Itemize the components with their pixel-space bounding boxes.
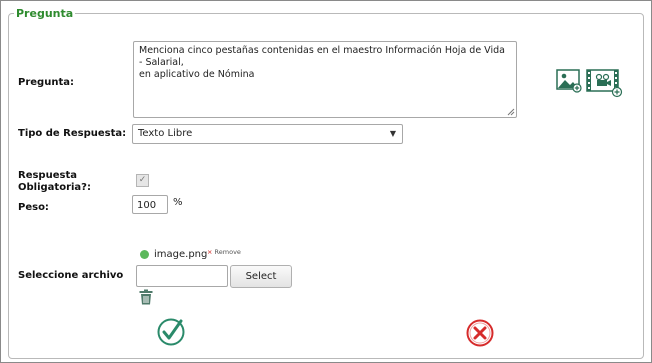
- peso-input[interactable]: 100: [132, 195, 168, 214]
- check-circle-icon[interactable]: [156, 317, 186, 347]
- x-circle-icon[interactable]: [465, 318, 495, 348]
- file-status-icon: [140, 250, 149, 259]
- peso-unit: %: [173, 197, 183, 208]
- pregunta-text-line-1: Menciona cinco pestañas contenidas en el…: [139, 45, 505, 68]
- obligatoria-checkbox[interactable]: ✓: [136, 174, 149, 187]
- add-video-icon[interactable]: [586, 68, 623, 98]
- remove-x-icon: ×: [207, 248, 213, 256]
- obligatoria-label: Respuesta Obligatoria?:: [18, 170, 91, 194]
- resize-handle-icon[interactable]: [507, 108, 515, 116]
- seleccione-archivo-label: Seleccione archivo: [18, 270, 124, 281]
- pregunta-label: Pregunta:: [18, 77, 74, 88]
- obligatoria-label-line-1: Respuesta: [18, 170, 77, 181]
- remove-file-link[interactable]: × Remove: [207, 248, 241, 256]
- remove-label: Remove: [214, 248, 241, 256]
- add-image-icon[interactable]: [556, 69, 582, 93]
- select-file-button[interactable]: Select: [230, 265, 292, 288]
- pregunta-text-line-2: en aplicativo de Nómina: [139, 69, 255, 80]
- trash-icon[interactable]: [139, 289, 153, 305]
- file-name: image.png: [154, 249, 208, 260]
- file-input[interactable]: [136, 265, 228, 287]
- tipo-respuesta-value: Texto Libre: [138, 128, 193, 139]
- peso-label: Peso:: [18, 202, 49, 213]
- tipo-respuesta-label: Tipo de Respuesta:: [18, 128, 127, 139]
- chevron-down-icon: ▼: [389, 129, 396, 138]
- tipo-respuesta-select[interactable]: Texto Libre ▼: [132, 124, 403, 144]
- pregunta-textarea[interactable]: Menciona cinco pestañas contenidas en el…: [133, 41, 517, 118]
- obligatoria-label-line-2: Obligatoria?:: [18, 182, 91, 193]
- fieldset-legend: Pregunta: [14, 7, 76, 20]
